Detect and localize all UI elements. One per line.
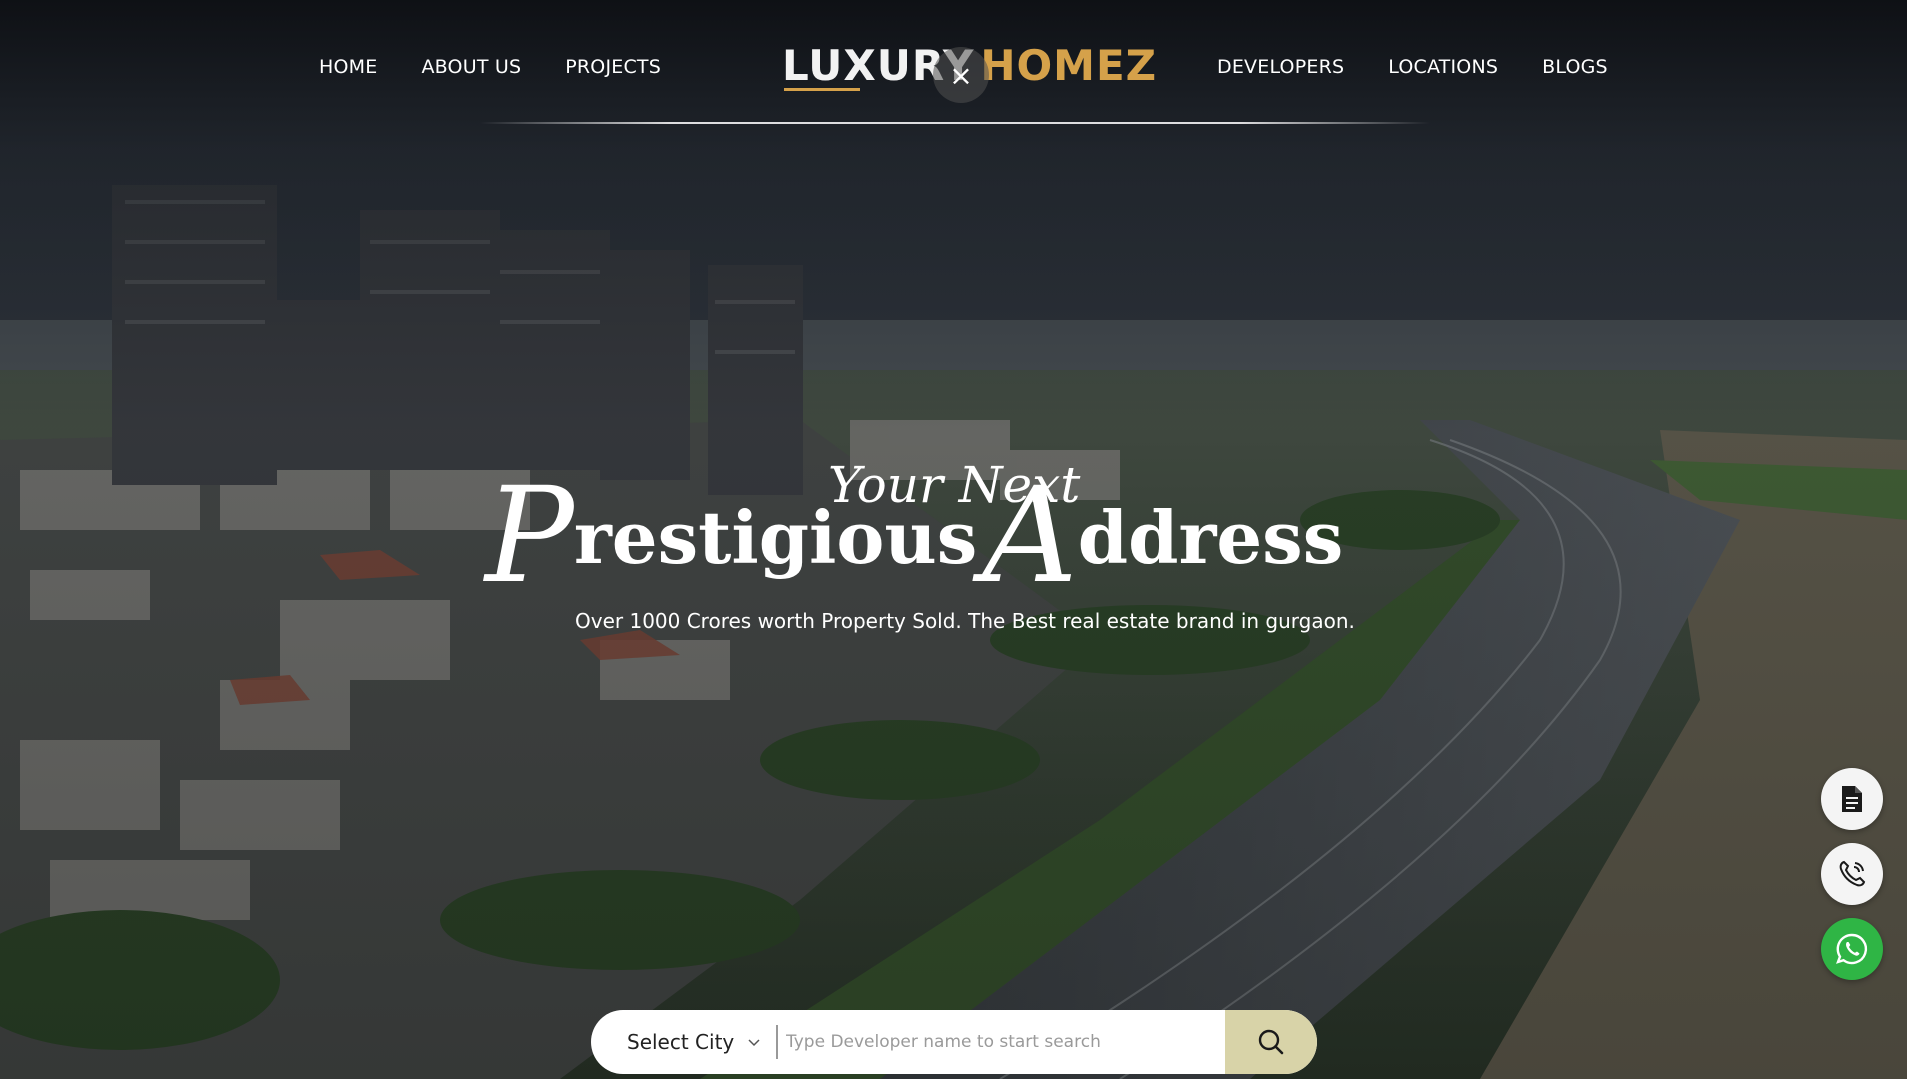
- call-button[interactable]: [1821, 843, 1883, 905]
- header-divider: [480, 122, 1430, 124]
- whatsapp-button[interactable]: [1821, 918, 1883, 980]
- search-button[interactable]: [1225, 1010, 1317, 1074]
- close-icon: ×: [949, 58, 973, 92]
- nav-right: DEVELOPERS LOCATIONS BLOGS: [1217, 56, 1608, 78]
- nav-locations[interactable]: LOCATIONS: [1388, 56, 1498, 78]
- phone-icon: [1839, 860, 1866, 887]
- close-button[interactable]: ×: [933, 47, 989, 103]
- brochure-button[interactable]: [1821, 768, 1883, 830]
- city-select-label: Select City: [627, 1030, 735, 1054]
- logo-underline: [784, 88, 860, 91]
- logo-word-homez: HOMEZ: [980, 41, 1158, 90]
- search-icon: [1258, 1029, 1284, 1055]
- nav-home[interactable]: HOME: [319, 56, 377, 78]
- document-icon: [1842, 786, 1862, 812]
- search-input[interactable]: [778, 1010, 1225, 1074]
- search-bar: Select City: [591, 1010, 1317, 1074]
- chevron-down-icon: [748, 1039, 760, 1047]
- nav-blogs[interactable]: BLOGS: [1542, 56, 1608, 78]
- nav-about-us[interactable]: ABOUT US: [421, 56, 521, 78]
- hero-subline: Over 1000 Crores worth Property Sold. Th…: [575, 609, 1355, 633]
- nav-developers[interactable]: DEVELOPERS: [1217, 56, 1344, 78]
- headline-cap-p: P: [485, 459, 574, 613]
- hero-eyebrow: Your Next: [828, 456, 1081, 514]
- whatsapp-icon: [1836, 933, 1868, 965]
- nav-projects[interactable]: PROJECTS: [565, 56, 661, 78]
- nav-left: HOME ABOUT US PROJECTS: [319, 56, 661, 78]
- headline-word-address: ddress: [1077, 495, 1344, 580]
- city-select[interactable]: Select City: [591, 1010, 776, 1074]
